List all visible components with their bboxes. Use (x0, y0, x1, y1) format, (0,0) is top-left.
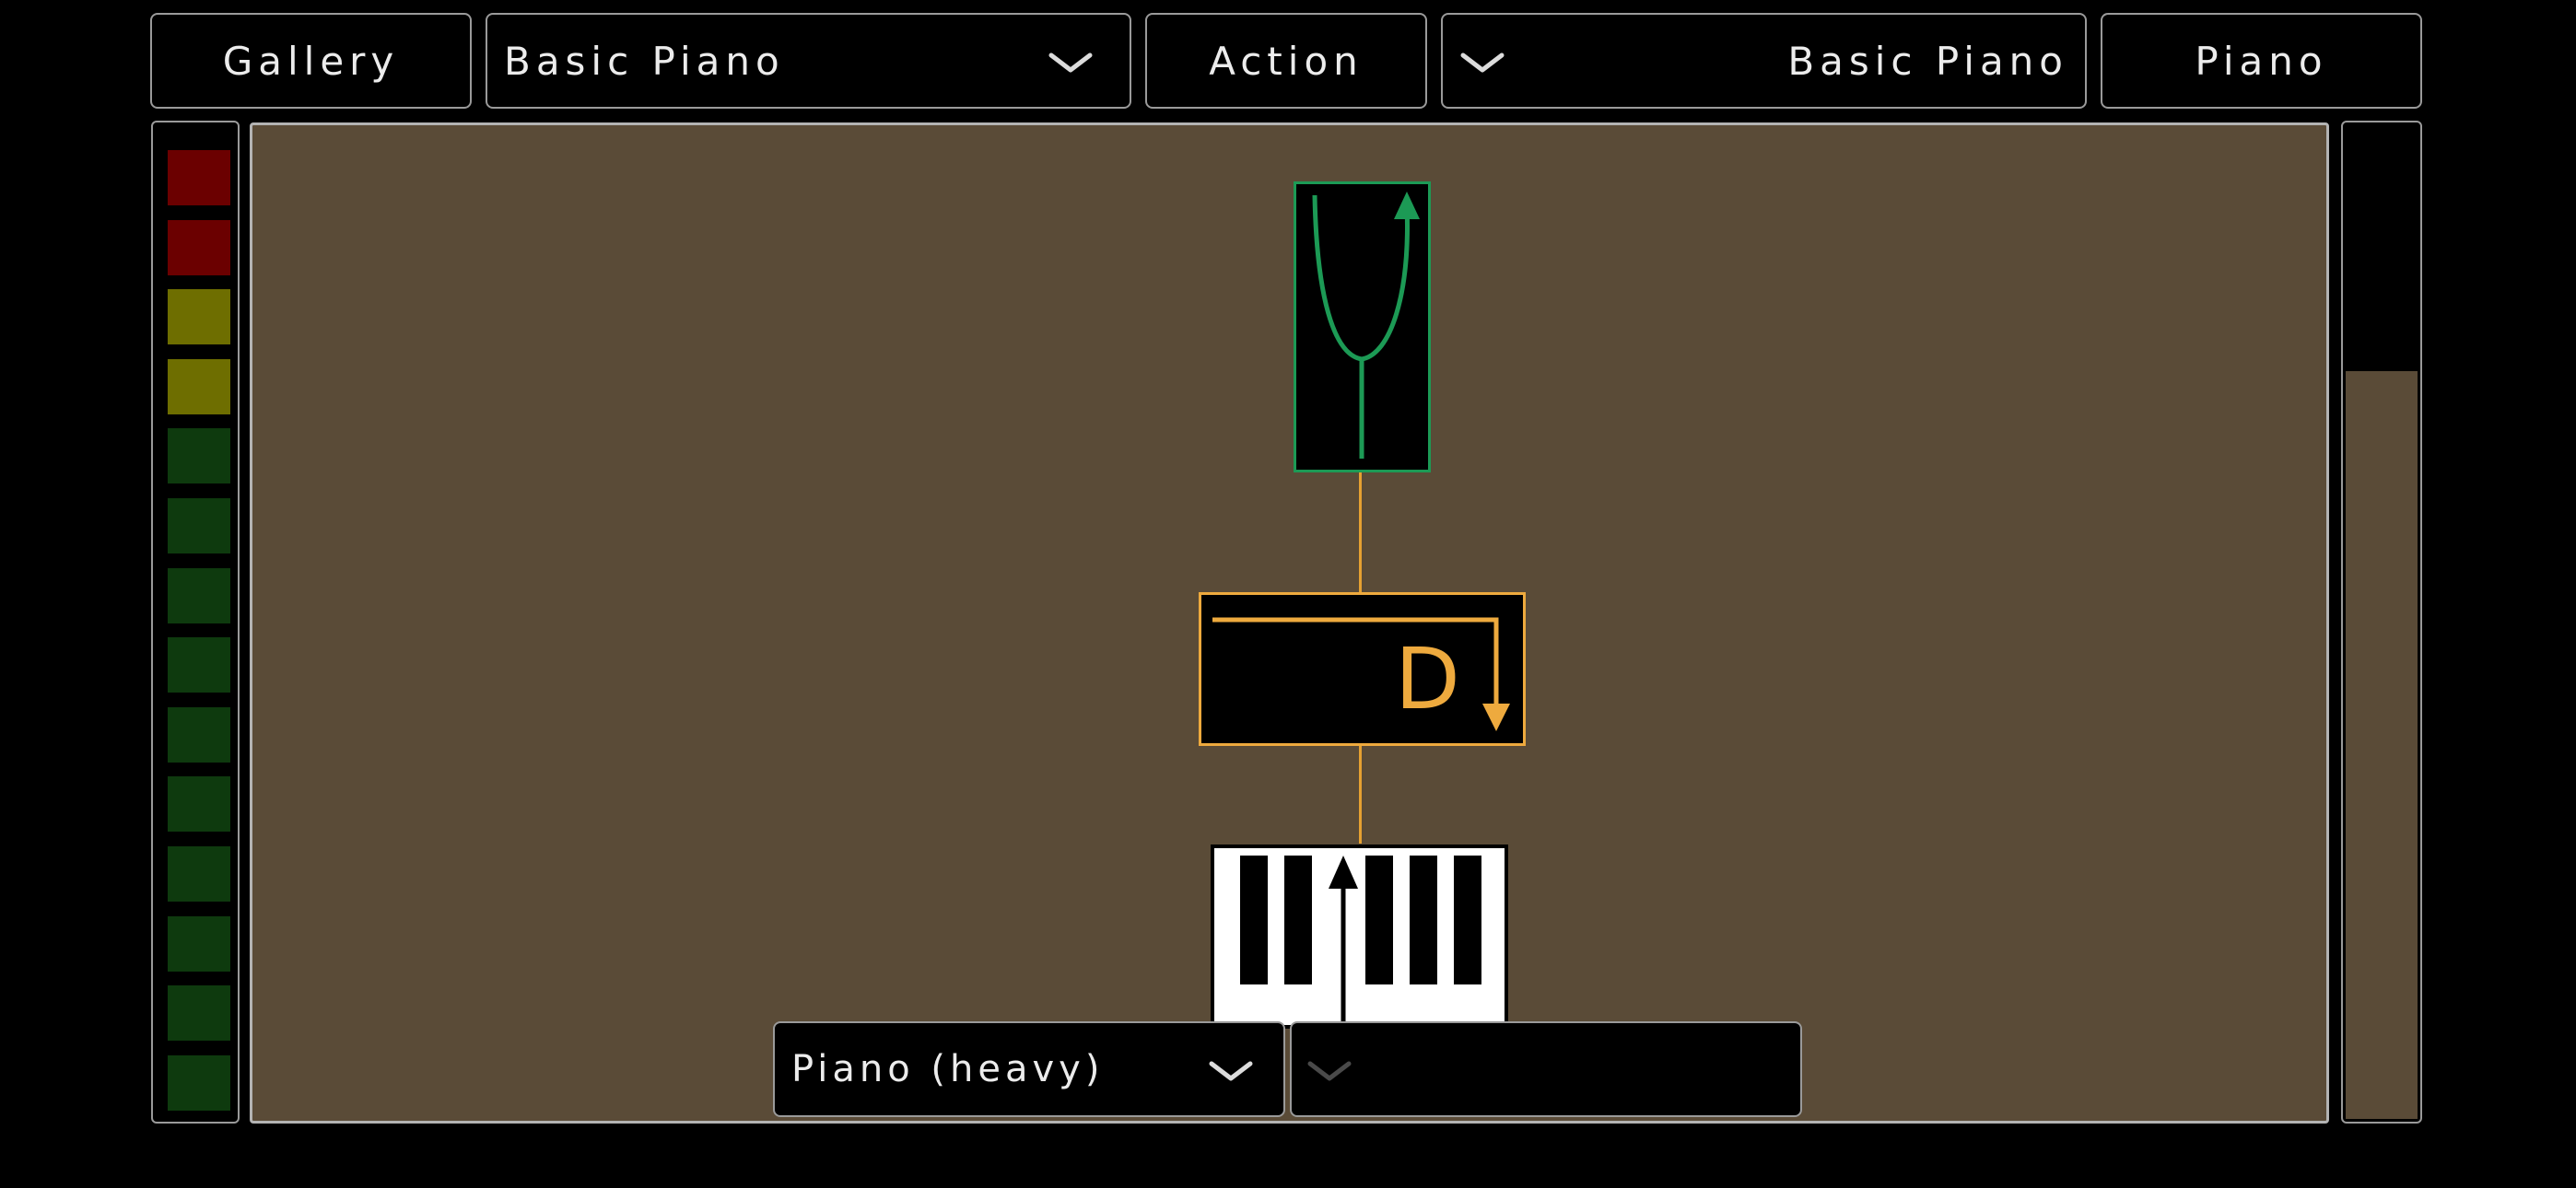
chevron-down-icon (1048, 52, 1093, 73)
preset-select-right[interactable]: Basic Piano (1441, 13, 2087, 109)
chevron-down-icon (1209, 1061, 1253, 1081)
sound-select[interactable]: Piano (heavy) (773, 1021, 1285, 1117)
tuner-node[interactable] (1294, 181, 1431, 472)
volume-slider-fill (2346, 371, 2418, 1119)
meter-segment (168, 846, 230, 902)
action-button[interactable]: Action (1145, 13, 1427, 109)
level-meter (151, 121, 240, 1124)
piano-keys-icon (1240, 856, 1481, 1025)
meter-segment (168, 567, 230, 623)
delay-label: D (1395, 630, 1460, 728)
delay-icon (1212, 617, 1510, 731)
chevron-down-icon (1460, 52, 1505, 73)
meter-segment (168, 915, 230, 972)
patch-canvas[interactable]: D (250, 122, 2329, 1124)
wire-delay-keyboard (1359, 744, 1362, 844)
volume-slider[interactable] (2341, 121, 2422, 1124)
meter-segment (168, 985, 230, 1042)
meter-segment (168, 498, 230, 553)
meter-segment (168, 289, 230, 345)
gallery-label: Gallery (222, 38, 400, 84)
meter-segment (168, 706, 230, 763)
sound-select-label: Piano (heavy) (791, 1048, 1105, 1090)
chevron-down-icon (1307, 1061, 1352, 1081)
secondary-select[interactable] (1290, 1021, 1802, 1117)
preset-select-right-label: Basic Piano (1787, 38, 2068, 84)
meter-segment (168, 219, 230, 275)
instrument-label: Piano (2195, 38, 2328, 84)
preset-select-left[interactable]: Basic Piano (486, 13, 1131, 109)
action-label: Action (1209, 38, 1364, 84)
keyboard-node[interactable] (1211, 844, 1508, 1029)
tuning-fork-icon (1312, 192, 1420, 459)
meter-segment (168, 637, 230, 693)
meter-segment (168, 428, 230, 484)
wire-tuner-delay (1359, 472, 1362, 593)
meter-segment (168, 150, 230, 205)
delay-node[interactable]: D (1199, 592, 1526, 746)
preset-select-left-label: Basic Piano (504, 38, 785, 84)
meter-segment (168, 776, 230, 833)
meter-segment (168, 358, 230, 414)
gallery-button[interactable]: Gallery (150, 13, 472, 109)
meter-segment (168, 1054, 230, 1111)
instrument-button[interactable]: Piano (2101, 13, 2422, 109)
